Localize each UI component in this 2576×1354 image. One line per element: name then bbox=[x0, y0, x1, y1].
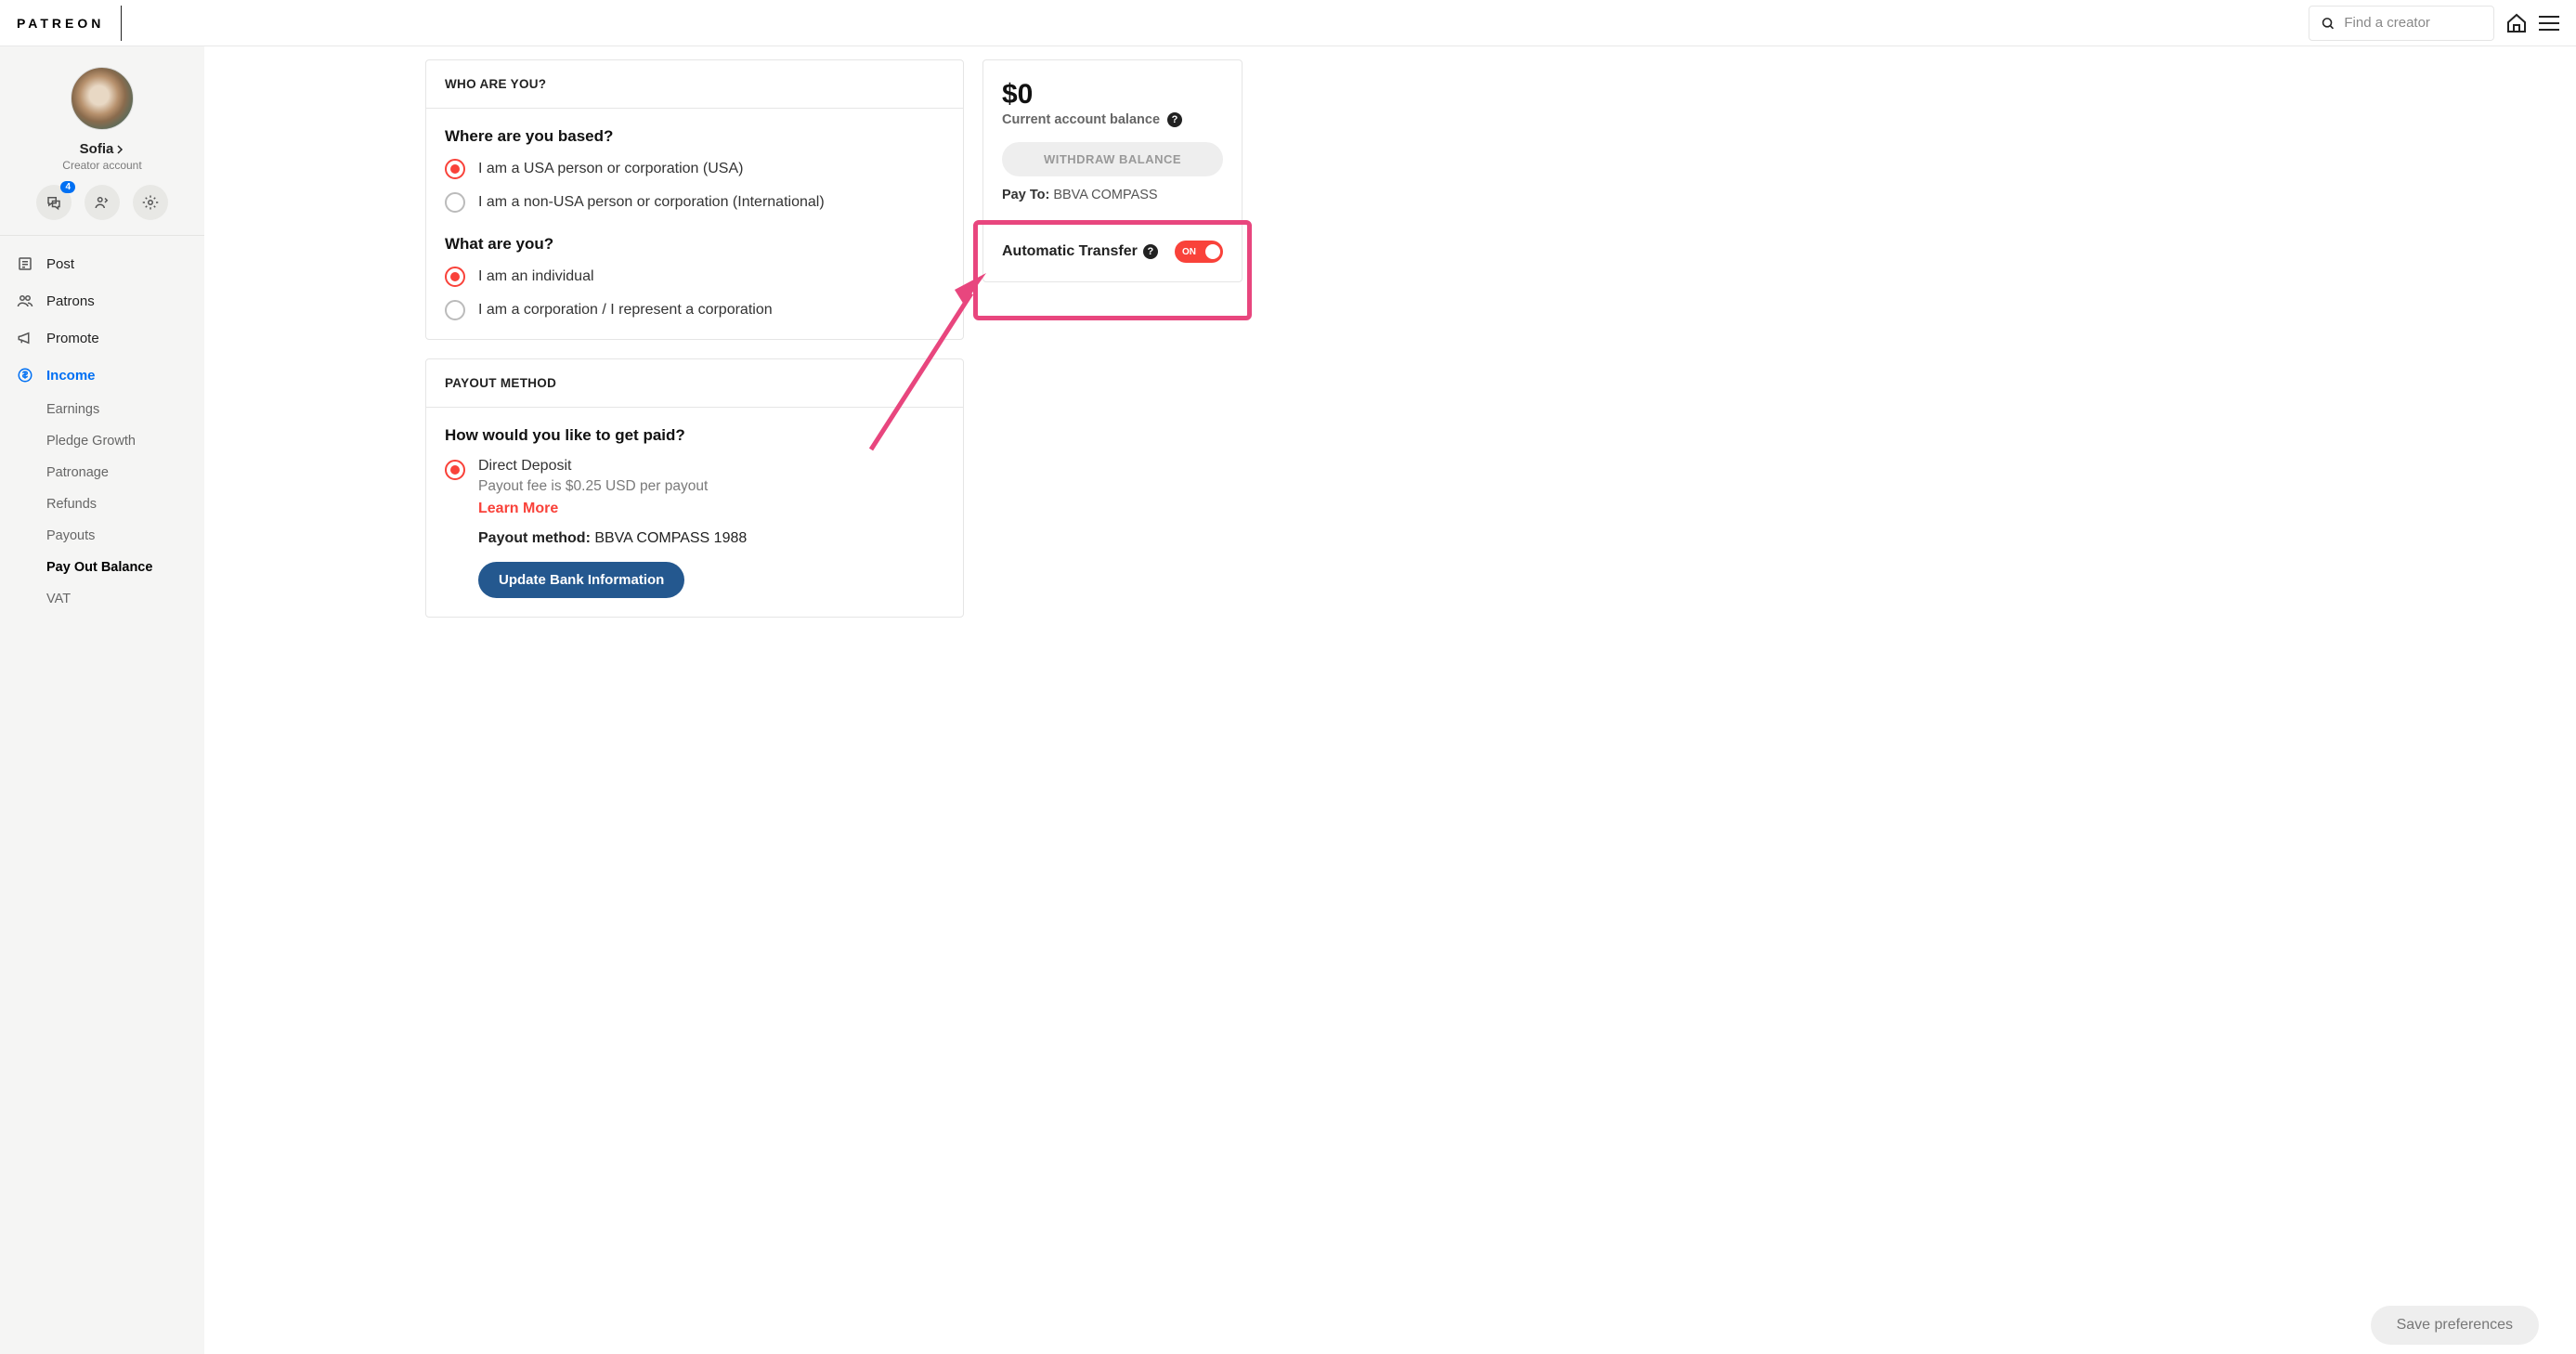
payout-heading: PAYOUT METHOD bbox=[426, 359, 963, 408]
nav-patrons-label: Patrons bbox=[46, 293, 95, 309]
subnav-earnings[interactable]: Earnings bbox=[46, 394, 204, 425]
logo-divider bbox=[121, 6, 122, 41]
avatar[interactable] bbox=[71, 67, 134, 130]
auto-transfer-toggle[interactable]: ON bbox=[1175, 241, 1223, 263]
subnav-vat[interactable]: VAT bbox=[46, 583, 204, 615]
payto-line: Pay To: BBVA COMPASS bbox=[1002, 188, 1223, 202]
balance-label: Current account balance ? bbox=[1002, 112, 1223, 127]
nav-patrons[interactable]: Patrons bbox=[0, 282, 204, 319]
help-icon[interactable]: ? bbox=[1143, 244, 1158, 259]
post-icon bbox=[17, 255, 33, 272]
radio-individual[interactable]: I am an individual bbox=[445, 267, 944, 287]
payto-value: BBVA COMPASS bbox=[1049, 188, 1157, 202]
radio-corporation[interactable]: I am a corporation / I represent a corpo… bbox=[445, 300, 944, 320]
balance-label-text: Current account balance bbox=[1002, 112, 1160, 127]
menu-icon[interactable] bbox=[2539, 16, 2559, 31]
search-input[interactable] bbox=[2344, 15, 2482, 31]
how-paid-question: How would you like to get paid? bbox=[445, 426, 944, 445]
withdraw-button[interactable]: WITHDRAW BALANCE bbox=[1002, 142, 1223, 176]
payout-method-value: BBVA COMPASS 1988 bbox=[591, 530, 747, 546]
payout-method-label: Payout method: bbox=[478, 530, 591, 546]
who-heading: WHO ARE YOU? bbox=[426, 60, 963, 109]
patrons-button[interactable] bbox=[85, 185, 120, 220]
toggle-on-text: ON bbox=[1182, 247, 1196, 257]
subnav-payouts[interactable]: Payouts bbox=[46, 520, 204, 552]
radio-individual-label: I am an individual bbox=[478, 268, 594, 285]
radio-usa[interactable]: I am a USA person or corporation (USA) bbox=[445, 159, 944, 179]
auto-transfer-label: Automatic Transfer bbox=[1002, 243, 1138, 260]
nav-post-label: Post bbox=[46, 256, 74, 272]
payto-label: Pay To: bbox=[1002, 188, 1049, 202]
gear-icon bbox=[142, 194, 159, 211]
search-box[interactable] bbox=[2309, 6, 2494, 41]
subnav-payout-balance[interactable]: Pay Out Balance bbox=[46, 552, 204, 583]
radio-usa-label: I am a USA person or corporation (USA) bbox=[478, 161, 743, 177]
radio-direct-deposit[interactable]: Direct Deposit Payout fee is $0.25 USD p… bbox=[445, 458, 944, 517]
learn-more-link[interactable]: Learn More bbox=[478, 501, 558, 517]
subnav-refunds[interactable]: Refunds bbox=[46, 488, 204, 520]
subnav-pledge-growth[interactable]: Pledge Growth bbox=[46, 425, 204, 457]
payout-fee-text: Payout fee is $0.25 USD per payout bbox=[478, 478, 708, 495]
nav-promote-label: Promote bbox=[46, 331, 99, 346]
chat-icon bbox=[46, 194, 62, 211]
subnav-patronage[interactable]: Patronage bbox=[46, 457, 204, 488]
logo-text: PATREON bbox=[17, 16, 104, 31]
home-icon[interactable] bbox=[2505, 12, 2528, 34]
radio-usa-input[interactable] bbox=[445, 159, 465, 179]
profile-name-text: Sofia bbox=[80, 141, 114, 157]
auto-transfer-row: Automatic Transfer ? ON bbox=[1002, 223, 1223, 263]
radio-direct-deposit-input[interactable] bbox=[445, 460, 465, 480]
dollar-icon bbox=[17, 367, 33, 384]
patrons-icon bbox=[17, 293, 33, 309]
balance-amount: $0 bbox=[1002, 79, 1223, 111]
toggle-knob bbox=[1203, 242, 1222, 261]
payout-method-line: Payout method: BBVA COMPASS 1988 bbox=[478, 530, 944, 547]
messages-badge: 4 bbox=[60, 181, 75, 193]
save-preferences-button[interactable]: Save preferences bbox=[2371, 1306, 2539, 1345]
logo[interactable]: PATREON bbox=[17, 6, 122, 41]
who-are-you-card: WHO ARE YOU? Where are you based? I am a… bbox=[425, 59, 964, 340]
nav-income[interactable]: Income bbox=[0, 357, 204, 394]
radio-direct-deposit-label: Direct Deposit bbox=[478, 458, 708, 475]
nav-promote[interactable]: Promote bbox=[0, 319, 204, 357]
radio-international-input[interactable] bbox=[445, 192, 465, 213]
payout-method-card: PAYOUT METHOD How would you like to get … bbox=[425, 358, 964, 618]
radio-corporation-label: I am a corporation / I represent a corpo… bbox=[478, 302, 773, 319]
nav-post[interactable]: Post bbox=[0, 245, 204, 282]
profile-subtitle: Creator account bbox=[62, 159, 141, 172]
profile-name[interactable]: Sofia bbox=[80, 141, 125, 157]
chevron-right-icon bbox=[115, 145, 124, 154]
radio-international[interactable]: I am a non-USA person or corporation (In… bbox=[445, 192, 944, 213]
radio-individual-input[interactable] bbox=[445, 267, 465, 287]
radio-corporation-input[interactable] bbox=[445, 300, 465, 320]
what-are-you-question: What are you? bbox=[445, 235, 944, 254]
settings-button[interactable] bbox=[133, 185, 168, 220]
balance-card: $0 Current account balance ? WITHDRAW BA… bbox=[982, 59, 1242, 282]
nav-income-label: Income bbox=[46, 368, 96, 384]
where-based-question: Where are you based? bbox=[445, 127, 944, 146]
radio-international-label: I am a non-USA person or corporation (In… bbox=[478, 194, 825, 211]
patron-icon bbox=[94, 194, 111, 211]
messages-button[interactable]: 4 bbox=[36, 185, 72, 220]
megaphone-icon bbox=[17, 330, 33, 346]
update-bank-button[interactable]: Update Bank Information bbox=[478, 562, 684, 598]
help-icon[interactable]: ? bbox=[1167, 112, 1182, 127]
search-icon bbox=[2321, 15, 2335, 32]
